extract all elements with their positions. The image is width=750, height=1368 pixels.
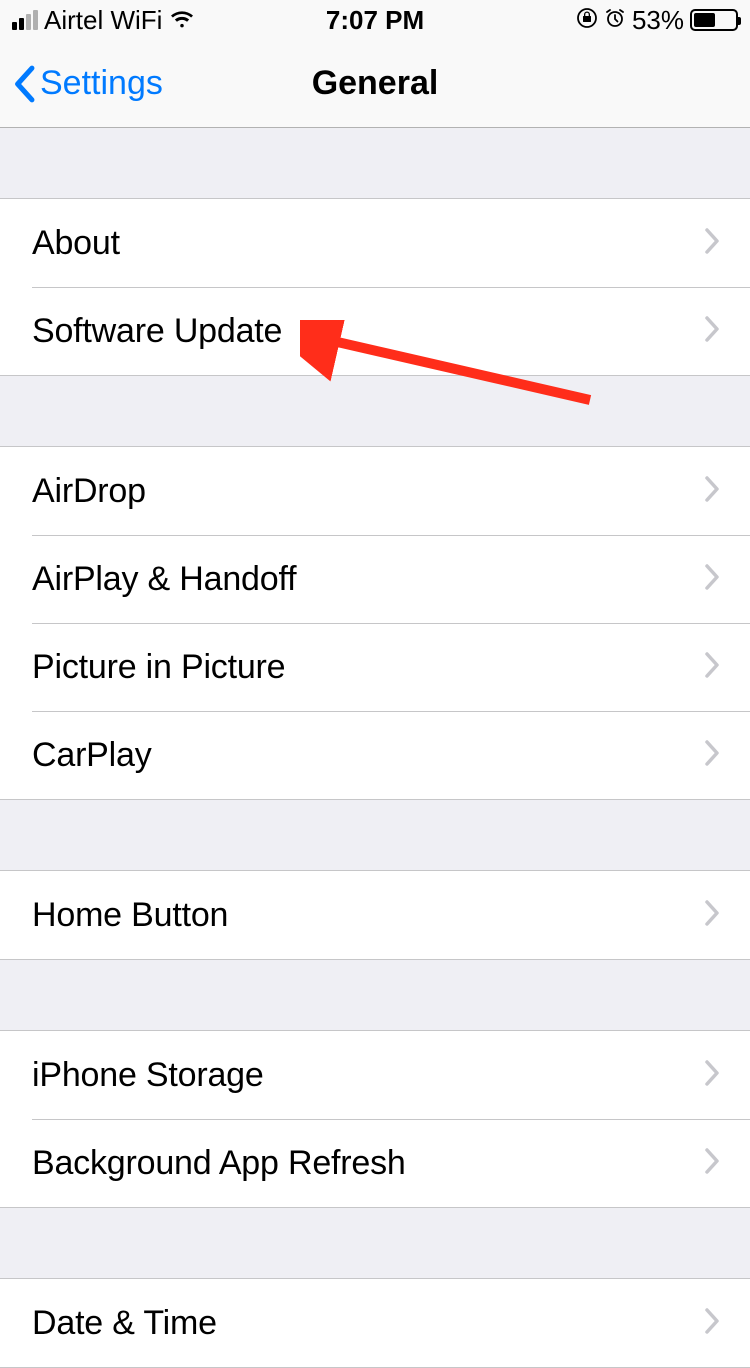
section: Date & Time: [0, 1278, 750, 1368]
section: iPhone Storage Background App Refresh: [0, 1030, 750, 1208]
chevron-right-icon: [704, 315, 720, 348]
section-gap: [0, 960, 750, 1030]
row-airplay-handoff[interactable]: AirPlay & Handoff: [0, 535, 750, 623]
section-gap: [0, 128, 750, 198]
chevron-right-icon: [704, 227, 720, 260]
nav-bar: Settings General: [0, 40, 750, 128]
chevron-right-icon: [704, 1059, 720, 1092]
section: About Software Update: [0, 198, 750, 376]
chevron-right-icon: [704, 475, 720, 508]
row-about[interactable]: About: [0, 199, 750, 287]
section-gap: [0, 800, 750, 870]
row-software-update[interactable]: Software Update: [0, 287, 750, 375]
battery-fill: [694, 13, 715, 27]
row-label: Picture in Picture: [32, 648, 285, 687]
status-bar: Airtel WiFi 7:07 PM 53%: [0, 0, 750, 40]
section: AirDrop AirPlay & Handoff Picture in Pic…: [0, 446, 750, 800]
row-airdrop[interactable]: AirDrop: [0, 447, 750, 535]
row-background-app-refresh[interactable]: Background App Refresh: [0, 1119, 750, 1207]
row-carplay[interactable]: CarPlay: [0, 711, 750, 799]
row-picture-in-picture[interactable]: Picture in Picture: [0, 623, 750, 711]
row-label: iPhone Storage: [32, 1056, 264, 1095]
chevron-right-icon: [704, 739, 720, 772]
chevron-left-icon: [12, 65, 36, 103]
chevron-right-icon: [704, 899, 720, 932]
section-gap: [0, 1208, 750, 1278]
row-label: Home Button: [32, 896, 228, 935]
alarm-icon: [604, 5, 626, 36]
back-button[interactable]: Settings: [12, 64, 163, 103]
chevron-right-icon: [704, 1307, 720, 1340]
section-gap: [0, 376, 750, 446]
section: Home Button: [0, 870, 750, 960]
carrier-label: Airtel WiFi: [44, 5, 162, 36]
page-title: General: [312, 64, 439, 103]
row-iphone-storage[interactable]: iPhone Storage: [0, 1031, 750, 1119]
chevron-right-icon: [704, 651, 720, 684]
status-right: 53%: [576, 5, 738, 36]
status-left: Airtel WiFi: [12, 5, 196, 36]
rotation-lock-icon: [576, 5, 598, 36]
row-label: CarPlay: [32, 736, 152, 775]
chevron-right-icon: [704, 563, 720, 596]
battery-percent-label: 53%: [632, 5, 684, 36]
cellular-signal-icon: [12, 10, 38, 30]
row-date-time[interactable]: Date & Time: [0, 1279, 750, 1367]
row-label: AirDrop: [32, 472, 146, 511]
back-label: Settings: [40, 64, 163, 103]
row-home-button[interactable]: Home Button: [0, 871, 750, 959]
chevron-right-icon: [704, 1147, 720, 1180]
wifi-icon: [168, 5, 196, 36]
row-label: Software Update: [32, 312, 282, 351]
row-label: Background App Refresh: [32, 1144, 406, 1183]
row-label: About: [32, 224, 120, 263]
row-label: Date & Time: [32, 1304, 217, 1343]
battery-icon: [690, 9, 738, 31]
status-time: 7:07 PM: [326, 5, 424, 36]
row-label: AirPlay & Handoff: [32, 560, 296, 599]
